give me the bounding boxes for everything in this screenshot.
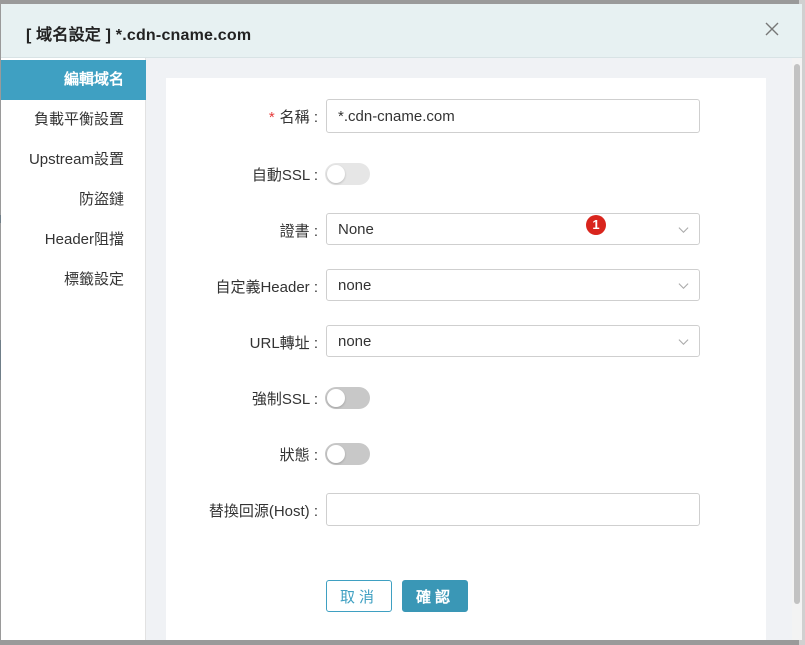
- scrollbar[interactable]: [792, 58, 802, 640]
- host-override-label: 替換回源(Host) :: [208, 503, 318, 520]
- force-ssl-label: 強制SSL :: [251, 391, 318, 408]
- required-mark: *: [268, 109, 275, 126]
- name-label-text: 名稱 :: [279, 109, 318, 126]
- chevron-down-icon: [678, 339, 689, 346]
- chevron-down-icon: [678, 227, 689, 234]
- sidebar-item-edit-domain[interactable]: 編輯域名: [1, 60, 146, 100]
- url-redirect-value: none: [338, 333, 372, 350]
- sidebar-item-header-block[interactable]: Header阻擋: [1, 220, 146, 260]
- certificate-value: None: [338, 221, 374, 238]
- toggle-knob: [327, 389, 345, 407]
- chevron-down-icon: [678, 283, 689, 290]
- status-toggle[interactable]: [325, 443, 370, 465]
- custom-header-label: 自定義Header :: [215, 279, 318, 296]
- url-redirect-label: URL轉址 :: [249, 335, 318, 352]
- domain-settings-dialog: [ 域名設定 ] *.cdn-cname.com 編輯域名 負載平衡設置 Ups…: [1, 4, 802, 640]
- dialog-title: [ 域名設定 ] *.cdn-cname.com: [26, 27, 252, 44]
- sidebar-item-tags[interactable]: 標籤設定: [1, 260, 146, 300]
- status-label: 狀態 :: [279, 447, 318, 464]
- settings-sidebar: 編輯域名 負載平衡設置 Upstream設置 防盜鏈 Header阻擋 標籤設定: [1, 58, 146, 640]
- domain-form: *名稱 : 自動SSL : 證書 : None 1 自定義Header : no…: [166, 78, 766, 640]
- name-label: * 名稱 :: [269, 106, 318, 127]
- cancel-button[interactable]: 取消: [326, 580, 392, 612]
- toggle-knob: [327, 445, 345, 463]
- confirm-button[interactable]: 確認: [402, 580, 468, 612]
- sidebar-item-upstream[interactable]: Upstream設置: [1, 140, 146, 180]
- auto-ssl-label: 自動SSL :: [251, 167, 318, 184]
- sidebar-item-hotlink-protection[interactable]: 防盜鏈: [1, 180, 146, 220]
- dialog-header: [ 域名設定 ] *.cdn-cname.com: [1, 4, 802, 58]
- custom-header-select[interactable]: none: [326, 269, 700, 301]
- sidebar-item-load-balance[interactable]: 負載平衡設置: [1, 100, 146, 140]
- host-override-input[interactable]: [326, 493, 700, 526]
- url-redirect-select[interactable]: none: [326, 325, 700, 357]
- scrollbar-thumb[interactable]: [794, 64, 800, 604]
- force-ssl-toggle[interactable]: [325, 387, 370, 409]
- custom-header-value: none: [338, 277, 372, 294]
- certificate-select[interactable]: None: [326, 213, 700, 245]
- name-input[interactable]: [326, 99, 700, 133]
- auto-ssl-toggle[interactable]: [325, 163, 370, 185]
- toggle-knob: [327, 165, 345, 183]
- close-icon[interactable]: [764, 21, 780, 37]
- notification-badge: 1: [586, 215, 606, 235]
- certificate-label: 證書 :: [279, 223, 318, 240]
- dialog-body: 編輯域名 負載平衡設置 Upstream設置 防盜鏈 Header阻擋 標籤設定…: [1, 58, 802, 640]
